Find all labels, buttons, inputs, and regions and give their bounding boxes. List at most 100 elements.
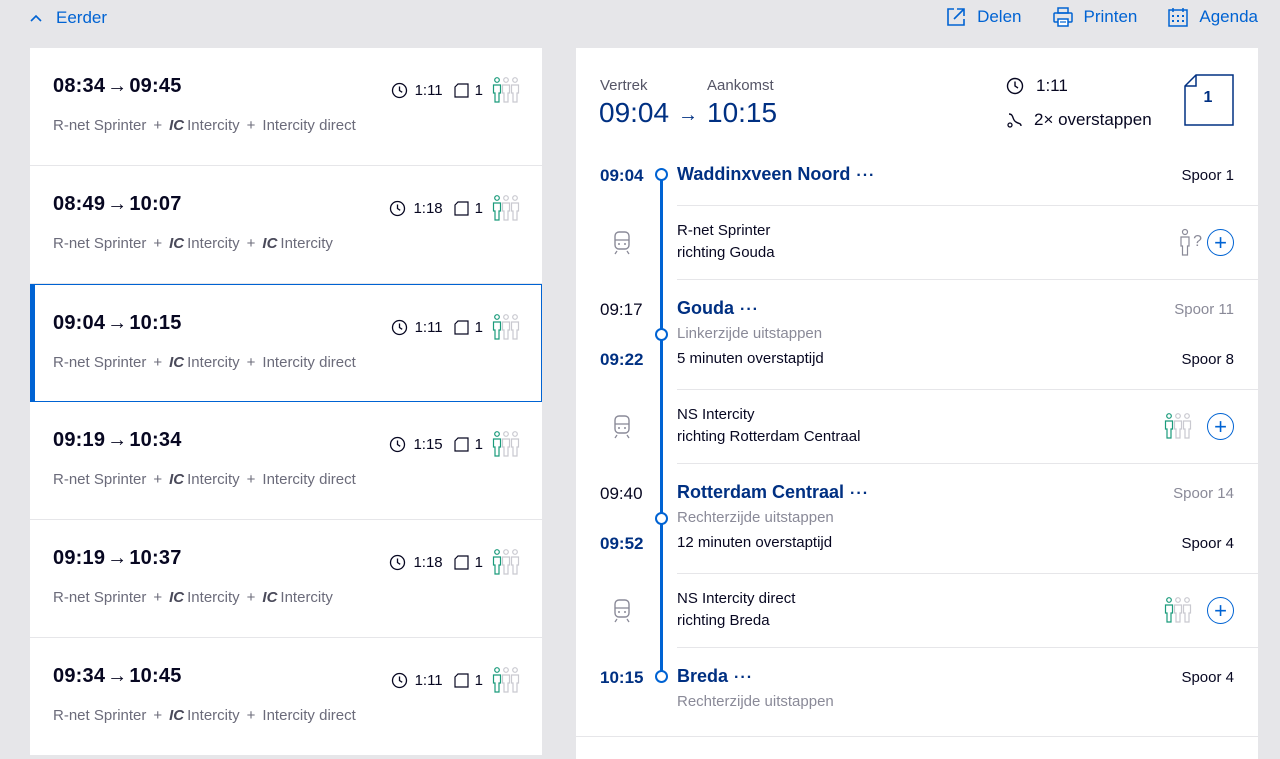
ic-badge: IC <box>169 707 185 724</box>
travel-mode: R-net Sprinter <box>53 471 146 488</box>
mode-separator: + <box>153 589 163 606</box>
stop-name-breda[interactable]: Breda ··· <box>677 666 753 687</box>
trip-meta: 1:11 1 <box>391 313 520 341</box>
mode-label: Intercity direct <box>262 707 356 724</box>
departure-track: Spoor 4 <box>1181 535 1234 552</box>
earlier-label: Eerder <box>56 8 108 27</box>
divider <box>677 205 1258 206</box>
arrow-icon: → <box>107 75 128 97</box>
trip-times: 08:34 → 09:45 <box>53 75 182 98</box>
class-value: 1 <box>1203 89 1213 106</box>
divider <box>677 279 1258 280</box>
more-icon[interactable]: ··· <box>856 167 875 184</box>
trip-duration: 1:18 <box>413 199 443 217</box>
travel-mode: Intercity direct <box>262 707 355 724</box>
mode-separator: + <box>246 589 256 606</box>
clock-icon <box>390 436 406 452</box>
stop-time: 09:04 <box>600 166 644 185</box>
more-icon[interactable]: ··· <box>850 485 869 502</box>
crowd-unknown-mark: ? <box>1193 233 1202 250</box>
trip-duration: 1:11 <box>414 671 443 689</box>
travel-mode: R-net Sprinter <box>53 117 146 134</box>
add-leg-info-button[interactable]: + <box>1207 597 1234 624</box>
trip-depart: 09:04 <box>53 312 106 334</box>
departure-track: Spoor 8 <box>1181 351 1234 368</box>
stop-dot <box>655 328 668 341</box>
trip-depart: 09:19 <box>53 547 106 569</box>
divider <box>677 573 1258 574</box>
mode-separator: + <box>153 471 163 488</box>
trip-option[interactable]: 08:49 → 10:07 1:18 1 R-net Sprinter + IC Interci… <box>30 166 542 284</box>
trip-option[interactable]: 09:19 → 10:37 1:18 1 R-net Sprinter + IC Interci… <box>30 520 542 638</box>
mode-label: R-net Sprinter <box>53 235 147 252</box>
ic-badge: IC <box>262 235 278 252</box>
stop-name-label: Breda <box>677 666 729 686</box>
leg-train: NS Intercity <box>677 406 755 423</box>
transfers-value: 2× overstappen <box>1034 110 1152 129</box>
trip-arrive: 10:45 <box>129 665 182 687</box>
divider <box>677 389 1258 390</box>
trip-transfers: 1 <box>474 199 483 217</box>
stop-departure-time: 09:52 <box>600 534 644 553</box>
stop-name-gouda[interactable]: Gouda ··· <box>677 298 759 319</box>
crowd-indicator-icon <box>492 195 520 221</box>
trip-arrive: 10:07 <box>129 193 182 215</box>
mode-separator: + <box>153 117 163 134</box>
depart-label: Vertrek <box>600 77 648 94</box>
trip-times: 09:04 → 10:15 <box>53 312 182 335</box>
print-button[interactable]: Printen <box>1052 6 1138 28</box>
trip-option[interactable]: 09:04 → 10:15 1:11 1 R-net Sprinter + IC Interci… <box>30 284 542 402</box>
divider <box>677 647 1258 648</box>
travel-mode: Intercity direct <box>262 117 355 134</box>
clock-icon <box>391 672 407 688</box>
trip-modes: R-net Sprinter + IC Intercity + Intercity dir… <box>53 354 356 371</box>
add-leg-info-button[interactable]: + <box>1207 413 1234 440</box>
mode-label: Intercity <box>187 117 240 134</box>
earlier-button[interactable]: Eerder <box>30 8 107 28</box>
stop-name-waddinxveen[interactable]: Waddinxveen Noord ··· <box>677 164 875 185</box>
print-label: Printen <box>1083 7 1138 26</box>
trip-depart: 08:34 <box>53 75 106 97</box>
add-leg-info-button[interactable]: + <box>1207 229 1234 256</box>
arrow-icon: → <box>107 193 128 215</box>
divider <box>576 736 1258 737</box>
top-bar: Eerder Delen Printen Agenda <box>0 0 1280 38</box>
ic-badge: IC <box>169 354 185 371</box>
trip-transfers: 1 <box>474 81 483 99</box>
travel-mode: IC Intercity <box>169 707 240 724</box>
trip-option[interactable]: 09:34 → 10:45 1:11 1 R-net Sprinter + IC Interci… <box>30 638 542 756</box>
transfer-count-icon <box>454 554 469 570</box>
more-icon[interactable]: ··· <box>740 301 759 318</box>
depart-time: 09:04 <box>599 97 670 128</box>
trip-times: 09:19 → 10:34 <box>53 429 182 452</box>
agenda-button[interactable]: Agenda <box>1167 6 1258 28</box>
trip-times: 09:34 → 10:45 <box>53 665 182 688</box>
stop-time: 10:15 <box>600 668 644 687</box>
leg-train: R-net Sprinter <box>677 222 771 239</box>
divider <box>677 463 1258 464</box>
share-label: Delen <box>977 7 1022 26</box>
duration-value: 1:11 <box>1036 76 1068 95</box>
more-icon[interactable]: ··· <box>734 669 753 686</box>
trip-option[interactable]: 09:19 → 10:34 1:15 1 R-net Sprinter + IC Interci… <box>30 402 542 520</box>
trip-list: 08:34 → 09:45 1:11 1 R-net Sprinter + IC Interci… <box>30 48 542 756</box>
share-icon <box>947 8 965 26</box>
ic-badge: IC <box>262 589 278 606</box>
mode-label: Intercity <box>187 707 240 724</box>
trip-modes: R-net Sprinter + IC Intercity + IC Intercity <box>53 589 333 606</box>
stop-dot <box>655 168 668 181</box>
calendar-icon <box>1168 8 1189 27</box>
mode-label: R-net Sprinter <box>53 117 147 134</box>
stop-name-rotterdam[interactable]: Rotterdam Centraal ··· <box>677 482 869 503</box>
chevron-up-icon <box>30 14 42 22</box>
trip-option[interactable]: 08:34 → 09:45 1:11 1 R-net Sprinter + IC Interci… <box>30 48 542 166</box>
exit-side: Linkerzijde uitstappen <box>677 325 823 342</box>
leg-info: NS Intercity richting Rotterdam Centraal <box>677 404 860 448</box>
leg-direction: richting Rotterdam Centraal <box>677 428 861 445</box>
travel-mode: Intercity direct <box>262 354 355 371</box>
mode-label: Intercity direct <box>262 117 356 134</box>
share-button[interactable]: Delen <box>945 6 1022 28</box>
transfer-time: 12 minuten overstaptijd <box>677 534 833 551</box>
trip-transfers: 1 <box>474 671 483 689</box>
mode-separator: + <box>153 707 163 724</box>
